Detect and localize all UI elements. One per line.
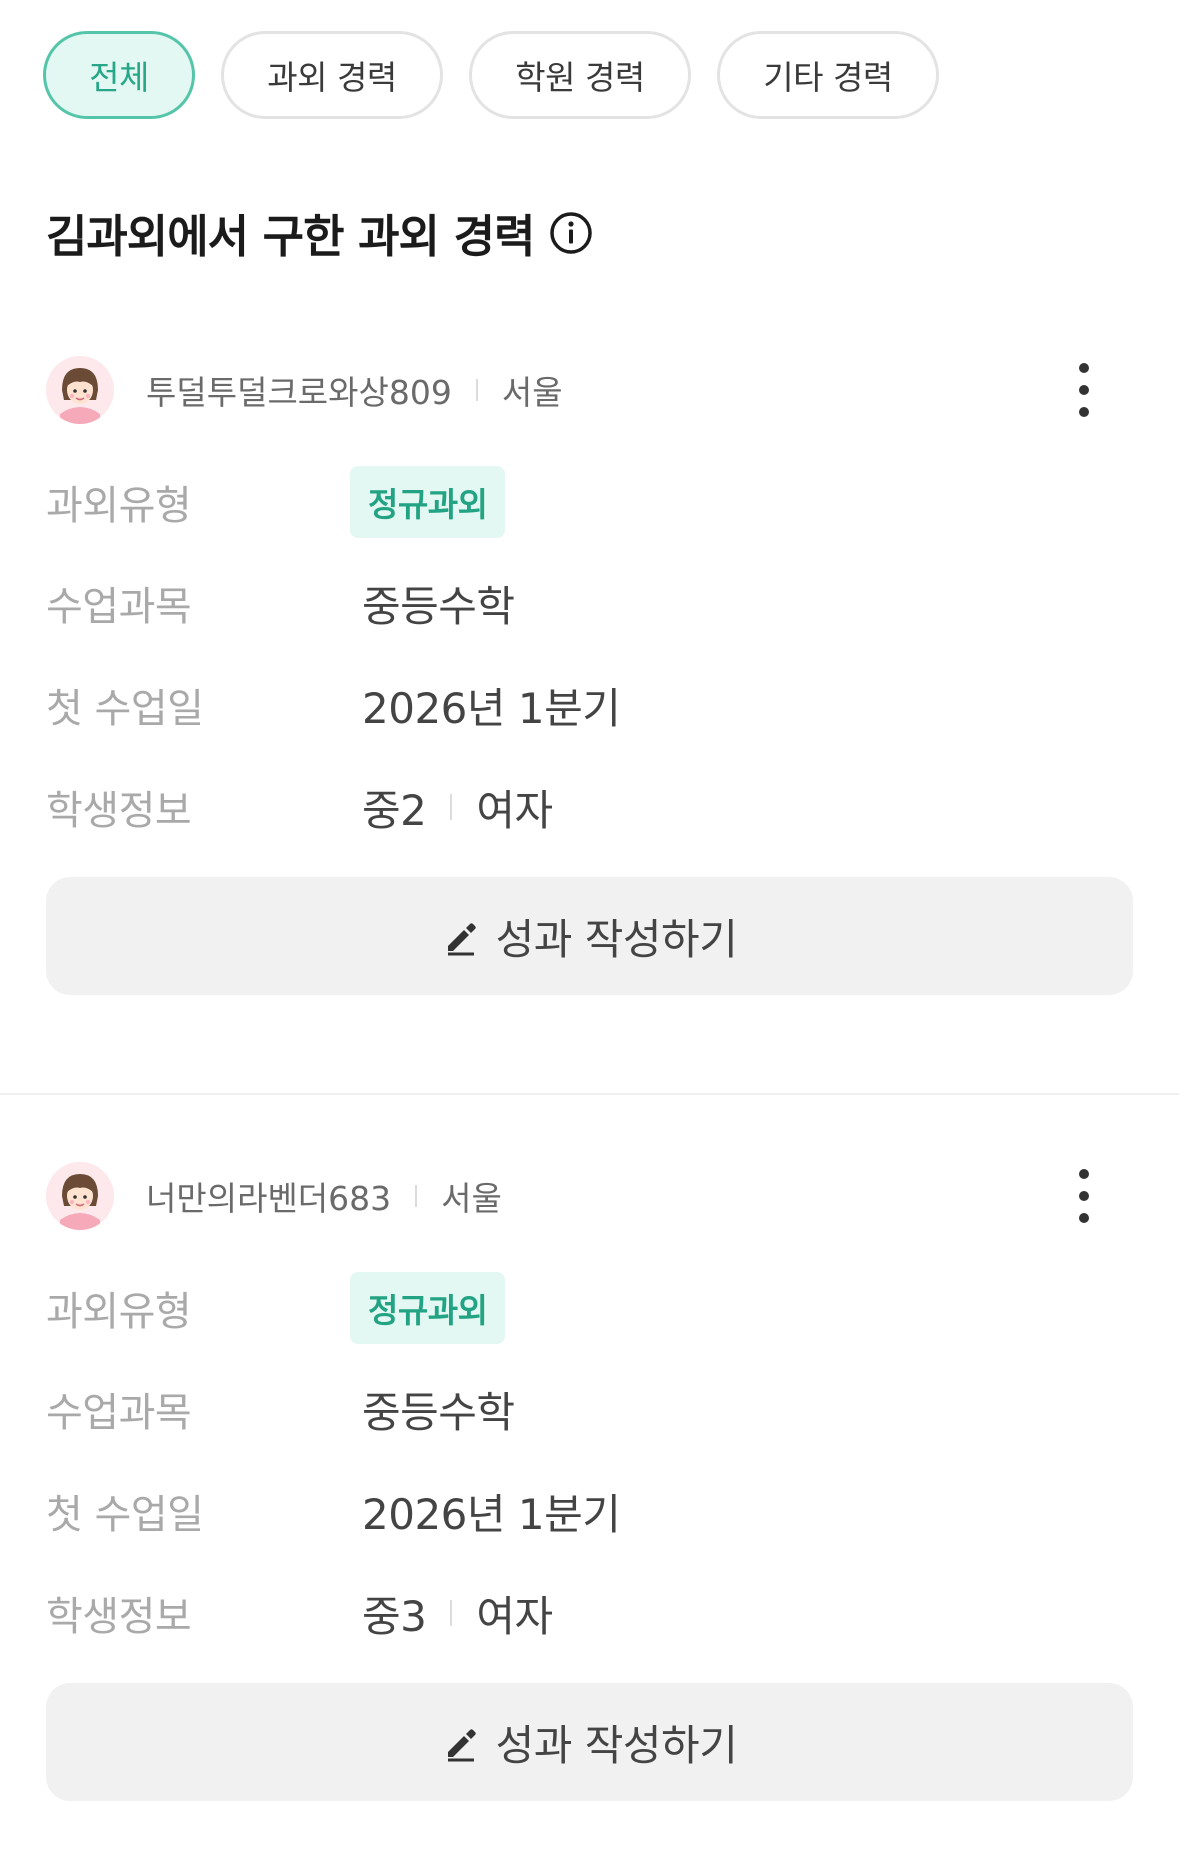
student-gender: 여자 (476, 785, 553, 835)
nickname: 투덜투덜크로와상809 (146, 373, 452, 412)
card-header: 너만의라벤더683 서울 (46, 1161, 1136, 1231)
separator (450, 794, 453, 820)
type-tag: 정규과외 (350, 1272, 506, 1344)
region: 서울 (501, 373, 563, 412)
student-value: 중3 여자 (362, 1583, 553, 1644)
more-vertical-icon[interactable] (1072, 363, 1096, 417)
filter-chip-tutoring[interactable]: 과외 경력 (221, 31, 443, 119)
label-student: 학생정보 (46, 788, 192, 834)
nickname: 너만의라벤더683 (146, 1179, 392, 1218)
subject-value: 중등수학 (362, 1387, 515, 1437)
pencil-icon (442, 917, 480, 956)
write-result-button[interactable]: 성과 작성하기 (46, 877, 1133, 995)
write-result-label: 성과 작성하기 (495, 914, 738, 964)
type-tag: 정규과외 (350, 466, 506, 538)
pencil-icon (442, 1723, 480, 1762)
first-class-value: 2026년 1분기 (362, 683, 621, 733)
row-student: 학생정보 중3 여자 (46, 1583, 553, 1643)
info-circle-icon[interactable] (548, 210, 594, 256)
subject-value: 중등수학 (362, 581, 515, 631)
region: 서울 (441, 1179, 502, 1218)
section-title-text: 김과외에서 구한 과외 경력 (46, 210, 535, 263)
student-gender: 여자 (476, 1591, 553, 1641)
label-subject: 수업과목 (46, 584, 192, 630)
write-result-label: 성과 작성하기 (495, 1720, 738, 1770)
label-first-class: 첫 수업일 (46, 686, 204, 732)
card-divider (0, 1093, 1179, 1095)
filter-chip-all[interactable]: 전체 (43, 31, 195, 119)
separator (450, 1600, 453, 1626)
avatar (46, 1162, 114, 1230)
filter-chip-other[interactable]: 기타 경력 (717, 31, 939, 119)
filter-chip-academy[interactable]: 학원 경력 (469, 31, 691, 119)
student-grade: 중2 (362, 785, 427, 835)
label-first-class: 첫 수업일 (46, 1492, 204, 1538)
row-subject: 수업과목 중등수학 (46, 573, 515, 633)
student-value: 중2 여자 (362, 777, 553, 838)
avatar-girl-icon (46, 1162, 114, 1230)
student-grade: 중3 (362, 1591, 427, 1641)
separator (415, 1185, 418, 1207)
row-type: 과외유형 정규과외 (46, 1272, 506, 1344)
card-header: 투덜투덜크로와상809 서울 (46, 355, 1136, 425)
row-type: 과외유형 정규과외 (46, 466, 506, 538)
more-vertical-icon[interactable] (1072, 1169, 1096, 1223)
filter-chip-bar: 전체 과외 경력 학원 경력 기타 경력 (43, 31, 939, 119)
section-title: 김과외에서 구한 과외 경력 (46, 200, 594, 265)
row-first-class: 첫 수업일 2026년 1분기 (46, 1481, 621, 1541)
label-student: 학생정보 (46, 1594, 192, 1640)
label-type: 과외유형 (46, 1289, 192, 1335)
avatar-girl-icon (46, 356, 114, 424)
separator (475, 379, 478, 401)
write-result-button[interactable]: 성과 작성하기 (46, 1683, 1133, 1801)
label-subject: 수업과목 (46, 1390, 192, 1436)
first-class-value: 2026년 1분기 (362, 1489, 621, 1539)
avatar (46, 356, 114, 424)
label-type: 과외유형 (46, 483, 192, 529)
row-student: 학생정보 중2 여자 (46, 777, 553, 837)
row-first-class: 첫 수업일 2026년 1분기 (46, 675, 621, 735)
row-subject: 수업과목 중등수학 (46, 1379, 515, 1439)
